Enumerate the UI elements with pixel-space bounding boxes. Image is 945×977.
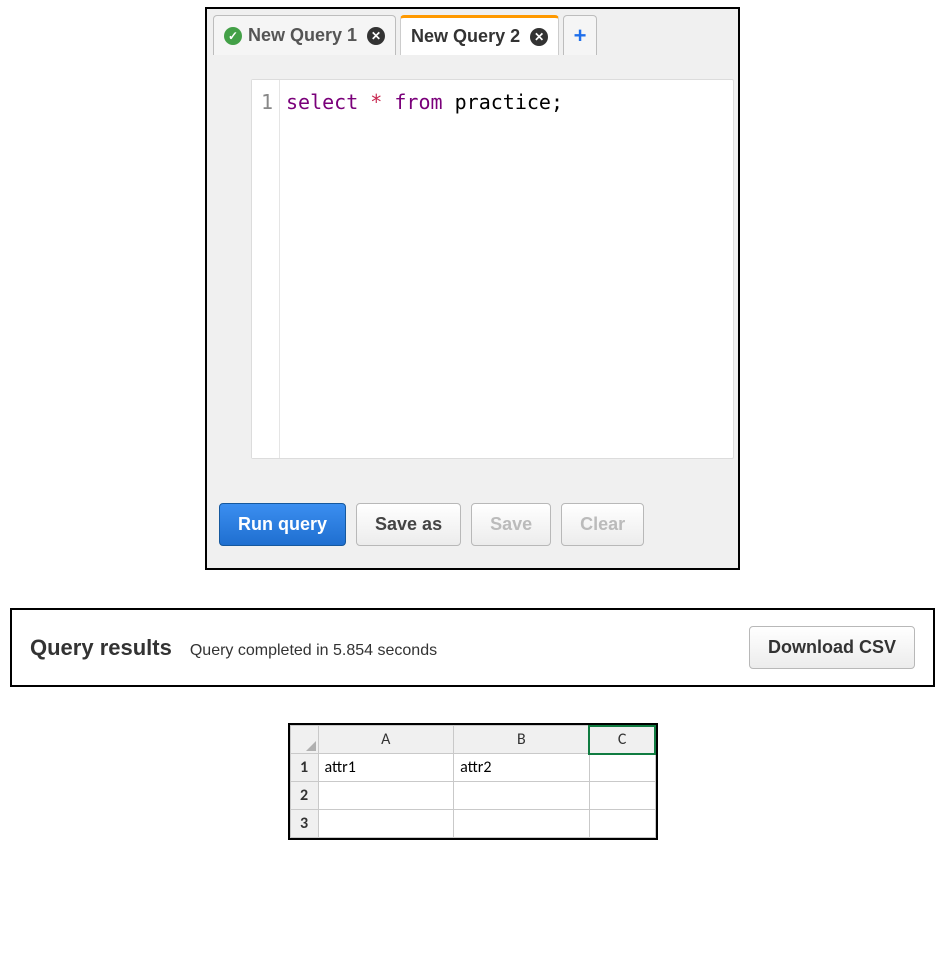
col-header-a[interactable]: A [318, 726, 454, 754]
close-icon[interactable]: ✕ [530, 28, 548, 46]
cell-b2[interactable] [454, 782, 590, 810]
table-row: 1 attr1 attr2 [290, 754, 655, 782]
add-tab-button[interactable]: + [563, 15, 597, 55]
col-header-b[interactable]: B [454, 726, 590, 754]
run-query-button[interactable]: Run query [219, 503, 346, 546]
spreadsheet[interactable]: A B C 1 attr1 attr2 2 3 [290, 725, 656, 838]
cell-c3[interactable] [589, 810, 655, 838]
spreadsheet-panel: A B C 1 attr1 attr2 2 3 [288, 723, 658, 840]
cell-b1[interactable]: attr2 [454, 754, 590, 782]
col-header-c[interactable]: C [589, 726, 655, 754]
query-results-bar: Query results Query completed in 5.854 s… [10, 608, 935, 687]
line-number: 1 [252, 90, 273, 114]
cell-a3[interactable] [318, 810, 454, 838]
tab-strip: ✓ New Query 1 ✕ New Query 2 ✕ + [207, 9, 738, 55]
download-csv-button[interactable]: Download CSV [749, 626, 915, 669]
editor-body: 1 select * from practice; [207, 55, 738, 483]
identifier-practice: practice [455, 90, 551, 114]
query-editor-panel: ✓ New Query 1 ✕ New Query 2 ✕ + 1 select… [205, 7, 740, 570]
results-title: Query results [30, 635, 172, 661]
semicolon: ; [551, 90, 563, 114]
cell-c2[interactable] [589, 782, 655, 810]
row-header-2[interactable]: 2 [290, 782, 318, 810]
cell-c1[interactable] [589, 754, 655, 782]
tab-new-query-2[interactable]: New Query 2 ✕ [400, 15, 559, 55]
column-header-row: A B C [290, 726, 655, 754]
row-header-3[interactable]: 3 [290, 810, 318, 838]
table-row: 2 [290, 782, 655, 810]
save-as-button[interactable]: Save as [356, 503, 461, 546]
close-icon[interactable]: ✕ [367, 27, 385, 45]
cell-b3[interactable] [454, 810, 590, 838]
keyword-from: from [394, 90, 442, 114]
editor-button-row: Run query Save as Save Clear [207, 483, 738, 568]
check-icon: ✓ [224, 27, 242, 45]
table-row: 3 [290, 810, 655, 838]
results-left: Query results Query completed in 5.854 s… [30, 635, 437, 661]
select-all-corner[interactable] [290, 726, 318, 754]
row-header-1[interactable]: 1 [290, 754, 318, 782]
code-editor[interactable]: 1 select * from practice; [251, 79, 734, 459]
save-button[interactable]: Save [471, 503, 551, 546]
tab-label: New Query 2 [411, 26, 520, 47]
plus-icon: + [574, 23, 587, 49]
line-gutter: 1 [252, 80, 280, 458]
cell-a2[interactable] [318, 782, 454, 810]
code-content[interactable]: select * from practice; [280, 80, 563, 458]
tab-new-query-1[interactable]: ✓ New Query 1 ✕ [213, 15, 396, 55]
tab-label: New Query 1 [248, 25, 357, 46]
results-status: Query completed in 5.854 seconds [190, 642, 437, 660]
clear-button[interactable]: Clear [561, 503, 644, 546]
keyword-select: select [286, 90, 358, 114]
cell-a1[interactable]: attr1 [318, 754, 454, 782]
star-token: * [370, 90, 382, 114]
